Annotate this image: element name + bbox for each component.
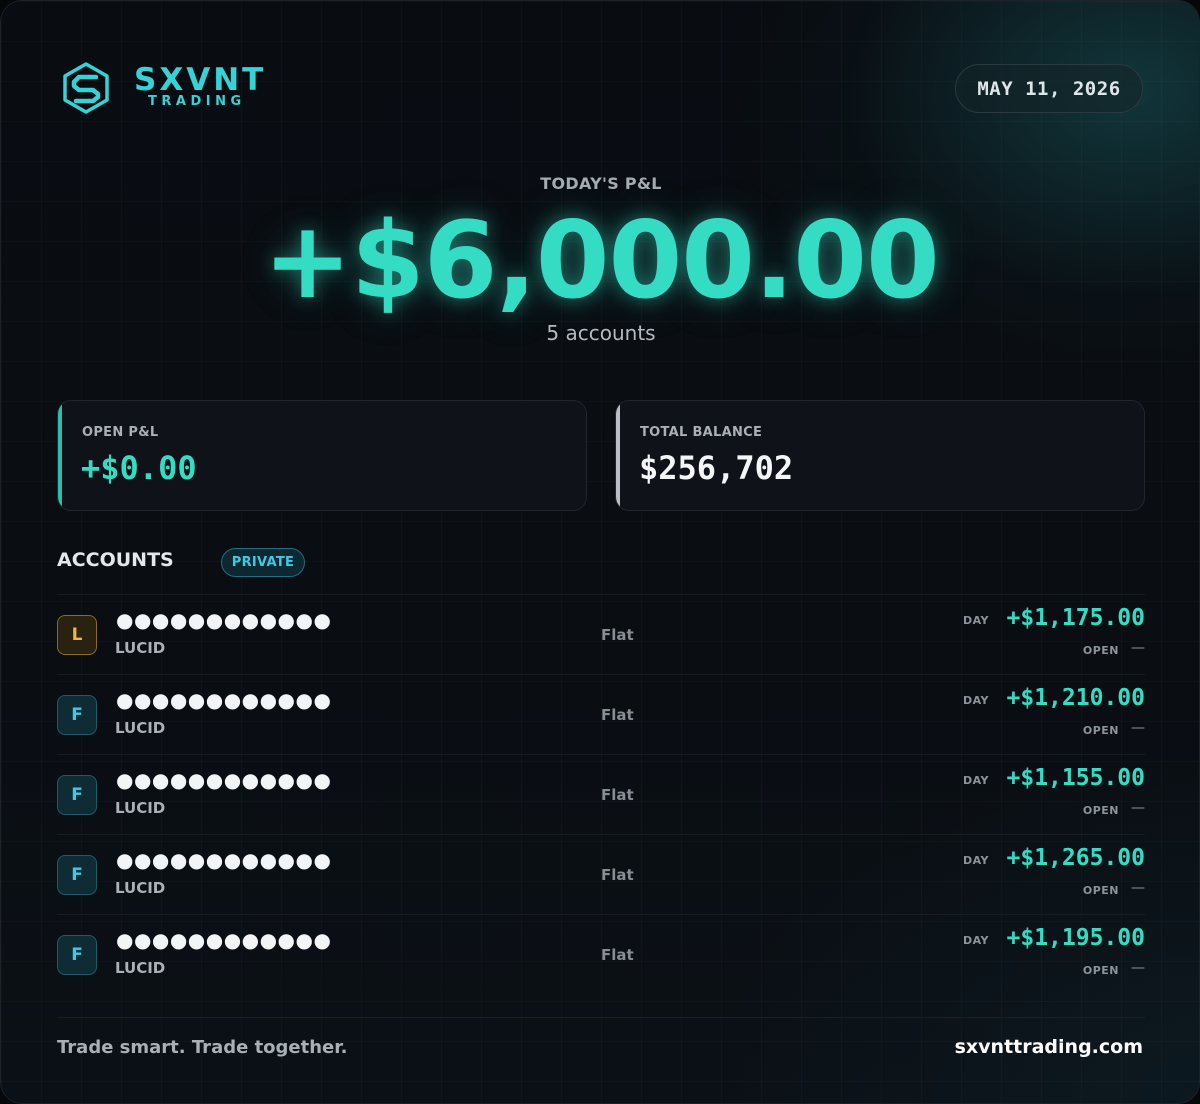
total-balance-value: $256,702 [639,449,794,487]
footer-tagline: Trade smart. Trade together. [57,1037,348,1058]
date-badge: MAY 11, 2026 [955,64,1143,113]
todays-pnl-label: TODAY'S P&L [540,174,662,193]
day-label: DAY [962,934,989,947]
account-row[interactable]: F ●●●●●●●●●●●● LUCID Flat DAY +$1,195.00… [57,914,1145,994]
account-name: ●●●●●●●●●●●● [116,608,332,632]
open-pnl-value: — [1131,880,1145,896]
account-avatar: F [57,935,97,975]
account-name: ●●●●●●●●●●●● [116,688,332,712]
day-label: DAY [962,854,989,867]
open-pnl-value: — [1131,720,1145,736]
account-firm: LUCID [115,959,166,977]
open-pnl-value: — [1131,800,1145,816]
account-row[interactable]: F ●●●●●●●●●●●● LUCID Flat DAY +$1,210.00… [57,674,1145,754]
day-pnl-value: +$1,155.00 [1006,765,1145,791]
total-balance-label: TOTAL BALANCE [640,425,763,440]
open-label: OPEN [1082,804,1119,817]
open-pnl-card: OPEN P&L +$0.00 [57,400,587,511]
open-pnl-value: — [1131,960,1145,976]
sxvnt-s-logo-icon [63,62,109,114]
pnl-card: SXVNT TRADING MAY 11, 2026 TODAY'S P&L +… [0,0,1200,1104]
open-label: OPEN [1082,724,1119,737]
account-avatar: L [57,615,97,655]
account-status: Flat [601,626,634,644]
account-name: ●●●●●●●●●●●● [116,848,332,872]
open-pnl-value: — [1131,640,1145,656]
account-avatar: F [57,855,97,895]
day-pnl-value: +$1,195.00 [1006,925,1145,951]
account-avatar: F [57,775,97,815]
footer-divider [57,1017,1145,1018]
day-label: DAY [962,614,989,627]
account-name: ●●●●●●●●●●●● [116,928,332,952]
todays-pnl-value: +$6,000.00 [263,199,940,322]
account-firm: LUCID [115,719,166,737]
open-label: OPEN [1082,644,1119,657]
account-status: Flat [601,786,634,804]
open-label: OPEN [1082,884,1119,897]
account-row[interactable]: F ●●●●●●●●●●●● LUCID Flat DAY +$1,155.00… [57,754,1145,834]
account-status: Flat [601,706,634,724]
day-label: DAY [962,774,989,787]
open-label: OPEN [1082,964,1119,977]
brand-name: SXVNT [134,62,267,98]
day-pnl-value: +$1,210.00 [1006,685,1145,711]
total-balance-card: TOTAL BALANCE $256,702 [615,400,1145,511]
account-firm: LUCID [115,879,166,897]
brand-wordmark: SXVNT TRADING [134,62,267,109]
footer-site-link[interactable]: sxvnttrading.com [955,1036,1143,1058]
account-avatar: F [57,695,97,735]
account-status: Flat [601,866,634,884]
accounts-list: L ●●●●●●●●●●●● LUCID Flat DAY +$1,175.00… [57,594,1145,994]
open-pnl-label: OPEN P&L [82,425,159,440]
open-pnl-value: +$0.00 [81,449,197,487]
day-pnl-value: +$1,265.00 [1006,845,1145,871]
account-firm: LUCID [115,799,166,817]
day-label: DAY [962,694,989,707]
private-badge: PRIVATE [221,548,305,577]
account-row[interactable]: L ●●●●●●●●●●●● LUCID Flat DAY +$1,175.00… [57,594,1145,674]
account-row[interactable]: F ●●●●●●●●●●●● LUCID Flat DAY +$1,265.00… [57,834,1145,914]
day-pnl-value: +$1,175.00 [1006,605,1145,631]
account-name: ●●●●●●●●●●●● [116,768,332,792]
account-status: Flat [601,946,634,964]
accounts-count: 5 accounts [546,321,656,345]
account-firm: LUCID [115,639,166,657]
accounts-title: ACCOUNTS [57,549,174,571]
